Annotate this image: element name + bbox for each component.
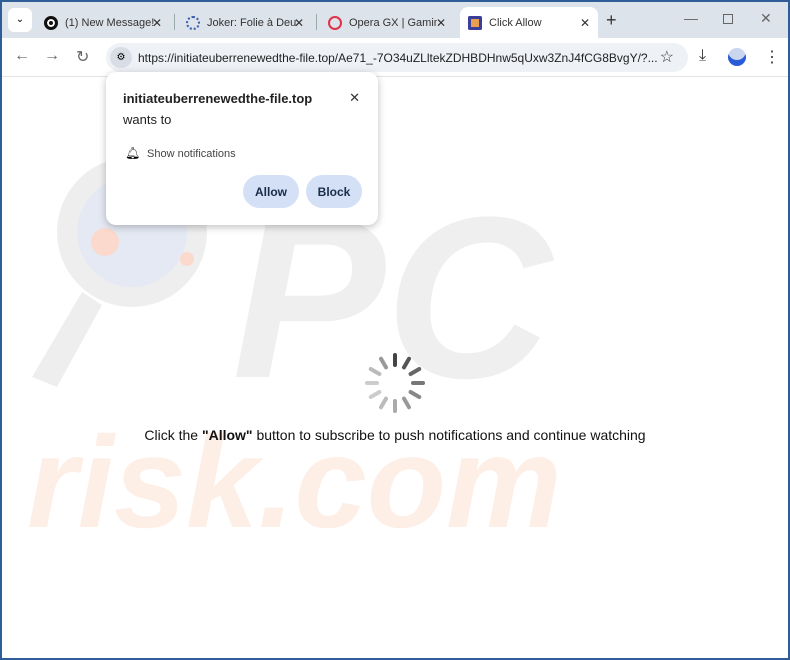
tab-new-message[interactable]: (1) New Message! ✕ <box>36 7 170 38</box>
url-text[interactable]: https://initiateuberrenewedthe-file.top/… <box>138 51 658 65</box>
message-allow-emphasis: "Allow" <box>201 427 253 443</box>
bell-icon: 🔔︎ <box>125 146 141 160</box>
close-tab-icon[interactable]: ✕ <box>294 16 304 30</box>
new-tab-button[interactable]: + <box>606 10 617 31</box>
message-text: button to subscribe to push notification… <box>252 427 646 443</box>
message-icon <box>44 15 58 30</box>
download-icon[interactable]: ⤓ <box>699 47 706 65</box>
tab-title: Click Allow <box>489 16 542 29</box>
tab-opera[interactable]: Opera GX | Gamin ✕ <box>320 7 454 38</box>
loading-spinner-icon <box>365 353 425 413</box>
instruction-message: Click the "Allow" button to subscribe to… <box>2 427 788 443</box>
block-button[interactable]: Block <box>306 175 362 208</box>
popup-wants-to: wants to <box>123 112 172 127</box>
tab-bar: ⌄ (1) New Message! ✕ Joker: Folie à Deu ✕ … <box>2 2 788 38</box>
menu-icon[interactable]: ⋮ <box>764 47 780 67</box>
site-info-icon[interactable]: ⚙ <box>110 47 132 68</box>
maximize-button[interactable] <box>723 14 733 24</box>
popup-site: initiateuberrenewedthe-file.top <box>123 91 313 106</box>
loading-icon <box>186 15 200 30</box>
notification-permission-popup: initiateuberrenewedthe-file.top wants to… <box>106 72 378 225</box>
tab-joker[interactable]: Joker: Folie à Deu ✕ <box>178 7 312 38</box>
minimize-button[interactable]: — <box>684 10 698 26</box>
bookmark-star-icon[interactable]: ☆ <box>660 47 674 67</box>
opera-icon <box>328 15 342 30</box>
toolbar: ← → ↻ ⚙ https://initiateuberrenewedthe-f… <box>2 38 788 76</box>
close-tab-icon[interactable]: ✕ <box>436 16 446 30</box>
message-text: Click the <box>144 427 202 443</box>
tab-title: (1) New Message! <box>65 16 155 29</box>
permission-text: Show notifications <box>147 148 236 160</box>
tab-click-allow[interactable]: Click Allow ✕ <box>460 7 598 38</box>
profile-avatar[interactable] <box>728 48 746 66</box>
browser-window: ⌄ (1) New Message! ✕ Joker: Folie à Deu ✕ … <box>2 2 788 658</box>
tab-search-button[interactable]: ⌄ <box>8 8 32 32</box>
tab-title: Opera GX | Gamin <box>349 16 437 29</box>
close-tab-icon[interactable]: ✕ <box>580 16 590 30</box>
forward-icon[interactable]: → <box>44 47 60 65</box>
address-bar[interactable]: ⚙ https://initiateuberrenewedthe-file.to… <box>106 43 688 72</box>
close-popup-icon[interactable]: ✕ <box>349 90 360 106</box>
tab-title: Joker: Folie à Deu <box>207 16 297 29</box>
close-window-button[interactable]: ✕ <box>760 10 772 27</box>
bell-icon <box>468 15 482 30</box>
reload-icon[interactable]: ↻ <box>76 47 89 67</box>
close-tab-icon[interactable]: ✕ <box>152 16 162 30</box>
back-icon[interactable]: ← <box>14 47 30 65</box>
allow-button[interactable]: Allow <box>243 175 299 208</box>
